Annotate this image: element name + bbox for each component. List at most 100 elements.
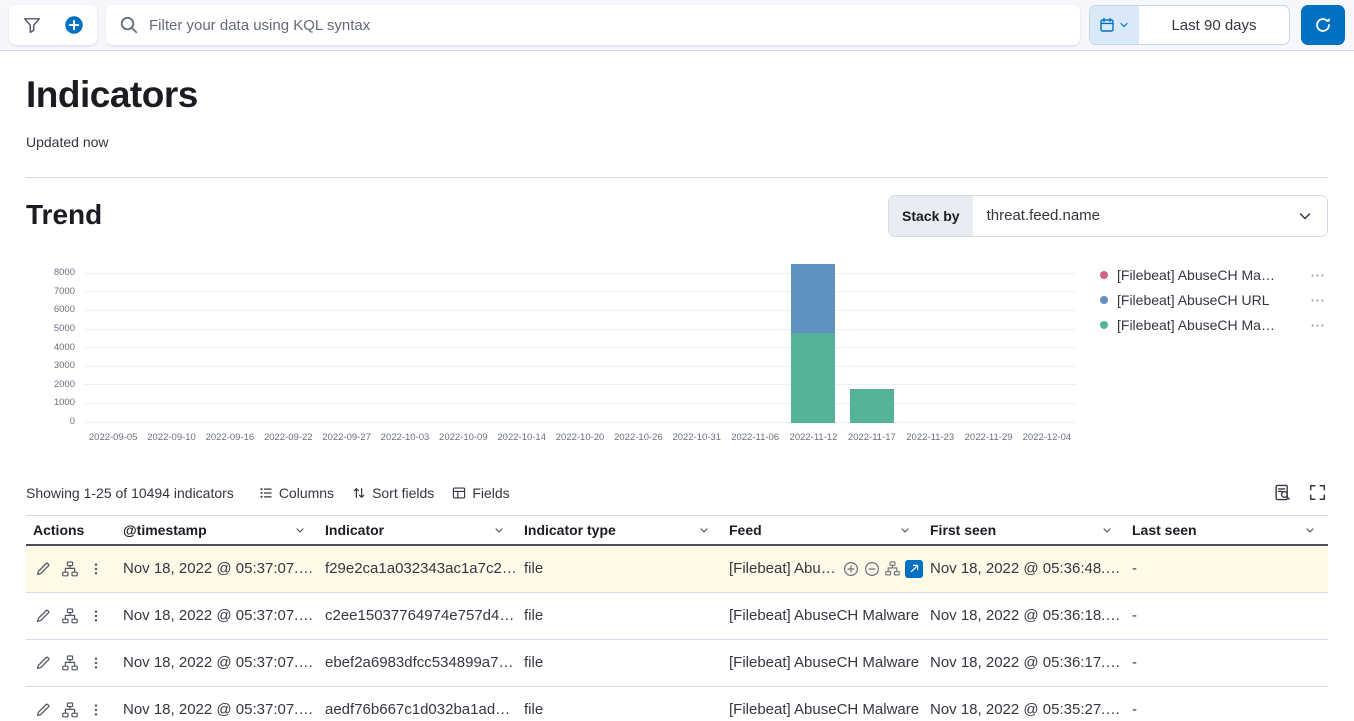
row-edit-button[interactable] bbox=[35, 702, 51, 718]
row-edit-button[interactable] bbox=[35, 655, 51, 671]
stack-by-select[interactable]: threat.feed.name bbox=[973, 196, 1327, 236]
filter-in-button[interactable] bbox=[843, 561, 859, 577]
last-seen-cell[interactable]: - bbox=[1125, 654, 1328, 671]
chart-legend: [Filebeat] AbuseCH Ma… ⋯ [Filebeat] Abus… bbox=[1076, 263, 1328, 443]
timestamp-cell[interactable]: Nov 18, 2022 @ 05:37:07.… bbox=[116, 607, 318, 624]
row-edit-button[interactable] bbox=[35, 608, 51, 624]
column-header-first-seen[interactable]: First seen bbox=[923, 516, 1125, 544]
legend-item[interactable]: [Filebeat] AbuseCH URL ⋯ bbox=[1100, 288, 1328, 313]
refresh-button[interactable] bbox=[1301, 5, 1345, 45]
sitemap-icon bbox=[885, 561, 900, 576]
feed-cell[interactable]: [Filebeat] Abus… bbox=[722, 560, 923, 578]
chevron-down-icon[interactable] bbox=[294, 524, 306, 536]
saved-query-menu-button[interactable] bbox=[11, 5, 53, 45]
trend-chart-plot[interactable] bbox=[84, 263, 1076, 423]
indicator-type-cell[interactable]: file bbox=[517, 701, 722, 718]
plus-in-circle-icon bbox=[64, 15, 84, 35]
row-more-actions-button[interactable] bbox=[89, 561, 103, 577]
indicator-cell[interactable]: f29e2ca1a032343ac1a7c2… bbox=[318, 560, 517, 577]
fullscreen-button[interactable] bbox=[1307, 482, 1328, 503]
chevron-down-icon[interactable] bbox=[1304, 524, 1316, 536]
date-range-label[interactable]: Last 90 days bbox=[1139, 6, 1289, 44]
row-add-to-timeline-button[interactable] bbox=[62, 702, 78, 718]
indicator-type-cell[interactable]: file bbox=[517, 607, 722, 624]
indicator-cell[interactable]: c2ee15037764974e757d4… bbox=[318, 607, 517, 624]
chevron-down-icon[interactable] bbox=[493, 524, 505, 536]
first-seen-cell[interactable]: Nov 18, 2022 @ 05:36:48.… bbox=[923, 560, 1125, 577]
filter-icon bbox=[23, 16, 41, 34]
row-add-to-timeline-button[interactable] bbox=[62, 608, 78, 624]
legend-label[interactable]: [Filebeat] AbuseCH Ma… bbox=[1117, 267, 1299, 283]
search-input[interactable] bbox=[149, 17, 1067, 34]
legend-more-actions-button[interactable]: ⋯ bbox=[1308, 293, 1328, 308]
column-header-feed[interactable]: Feed bbox=[722, 516, 923, 544]
row-more-actions-button[interactable] bbox=[89, 702, 103, 718]
sort-fields-button[interactable]: Sort fields bbox=[343, 481, 443, 505]
feed-cell[interactable]: [Filebeat] AbuseCH Malware bbox=[722, 654, 923, 671]
indicators-table: Actions @timestamp Indicator Indicator t… bbox=[26, 515, 1328, 721]
row-more-actions-button[interactable] bbox=[89, 655, 103, 671]
filter-out-button[interactable] bbox=[864, 561, 880, 577]
last-seen-cell[interactable]: - bbox=[1125, 607, 1328, 624]
sitemap-icon bbox=[62, 608, 78, 624]
refresh-icon bbox=[1314, 16, 1332, 34]
open-details-button[interactable] bbox=[905, 560, 923, 578]
first-seen-cell[interactable]: Nov 18, 2022 @ 05:35:27.… bbox=[923, 701, 1125, 718]
column-header-last-seen[interactable]: Last seen bbox=[1125, 516, 1328, 544]
timestamp-cell[interactable]: Nov 18, 2022 @ 05:37:07.… bbox=[116, 701, 318, 718]
table-header-row: Actions @timestamp Indicator Indicator t… bbox=[26, 515, 1328, 546]
trend-heading: Trend bbox=[26, 199, 102, 231]
pencil-icon bbox=[35, 655, 51, 671]
add-filter-button[interactable] bbox=[53, 5, 95, 45]
results-count: Showing 1-25 of 10494 indicators bbox=[26, 485, 234, 501]
column-header-timestamp[interactable]: @timestamp bbox=[116, 516, 318, 544]
chart-bar-segment[interactable] bbox=[850, 389, 894, 422]
pencil-icon bbox=[35, 608, 51, 624]
feed-cell[interactable]: [Filebeat] AbuseCH Malware bbox=[722, 701, 923, 718]
row-add-to-timeline-button[interactable] bbox=[62, 655, 78, 671]
first-seen-cell[interactable]: Nov 18, 2022 @ 05:36:17.… bbox=[923, 654, 1125, 671]
minus-circle-icon bbox=[864, 561, 880, 577]
add-to-timeline-button[interactable] bbox=[885, 561, 900, 576]
kql-search-bar[interactable] bbox=[106, 5, 1080, 45]
fields-button[interactable]: Fields bbox=[443, 481, 518, 505]
indicator-type-cell[interactable]: file bbox=[517, 560, 722, 577]
fullscreen-icon bbox=[1309, 484, 1326, 501]
dots-vertical-icon bbox=[89, 702, 103, 718]
chart-bar-segment[interactable] bbox=[791, 264, 835, 333]
timestamp-cell[interactable]: Nov 18, 2022 @ 05:37:07.… bbox=[116, 654, 318, 671]
last-seen-cell[interactable]: - bbox=[1125, 701, 1328, 718]
feed-cell[interactable]: [Filebeat] AbuseCH Malware bbox=[722, 607, 923, 624]
table-row[interactable]: Nov 18, 2022 @ 05:37:07.… c2ee1503776497… bbox=[26, 593, 1328, 640]
legend-label[interactable]: [Filebeat] AbuseCH URL bbox=[1117, 292, 1299, 308]
indicator-type-cell[interactable]: file bbox=[517, 654, 722, 671]
legend-item[interactable]: [Filebeat] AbuseCH Ma… ⋯ bbox=[1100, 313, 1328, 338]
date-picker-calendar-button[interactable] bbox=[1090, 6, 1139, 44]
chevron-down-icon[interactable] bbox=[698, 524, 710, 536]
table-row[interactable]: Nov 18, 2022 @ 05:37:07.… ebef2a6983dfcc… bbox=[26, 640, 1328, 687]
column-header-indicator-type[interactable]: Indicator type bbox=[517, 516, 722, 544]
legend-more-actions-button[interactable]: ⋯ bbox=[1308, 268, 1328, 283]
row-more-actions-button[interactable] bbox=[89, 608, 103, 624]
first-seen-cell[interactable]: Nov 18, 2022 @ 05:36:18.… bbox=[923, 607, 1125, 624]
legend-item[interactable]: [Filebeat] AbuseCH Ma… ⋯ bbox=[1100, 263, 1328, 288]
indicator-cell[interactable]: ebef2a6983dfcc534899a7… bbox=[318, 654, 517, 671]
chart-bar-segment[interactable] bbox=[791, 333, 835, 422]
indicator-cell[interactable]: aedf76b667c1d032ba1ada… bbox=[318, 701, 517, 718]
trend-chart: 010002000300040005000600070008000 2022-0… bbox=[26, 263, 1328, 443]
columns-button[interactable]: Columns bbox=[250, 481, 343, 505]
row-edit-button[interactable] bbox=[35, 561, 51, 577]
legend-more-actions-button[interactable]: ⋯ bbox=[1308, 318, 1328, 333]
row-add-to-timeline-button[interactable] bbox=[62, 561, 78, 577]
column-header-indicator[interactable]: Indicator bbox=[318, 516, 517, 544]
legend-label[interactable]: [Filebeat] AbuseCH Ma… bbox=[1117, 317, 1299, 333]
chevron-down-icon[interactable] bbox=[1101, 524, 1113, 536]
trend-chart-xaxis: 2022-09-052022-09-102022-09-162022-09-22… bbox=[84, 432, 1076, 443]
timestamp-cell[interactable]: Nov 18, 2022 @ 05:37:07.… bbox=[116, 560, 318, 577]
chevron-down-icon bbox=[1118, 19, 1130, 31]
last-seen-cell[interactable]: - bbox=[1125, 560, 1328, 577]
table-row[interactable]: Nov 18, 2022 @ 05:37:07.… f29e2ca1a03234… bbox=[26, 546, 1328, 593]
chevron-down-icon[interactable] bbox=[899, 524, 911, 536]
inspect-button[interactable] bbox=[1272, 482, 1293, 503]
table-row[interactable]: Nov 18, 2022 @ 05:37:07.… aedf76b667c1d0… bbox=[26, 687, 1328, 721]
